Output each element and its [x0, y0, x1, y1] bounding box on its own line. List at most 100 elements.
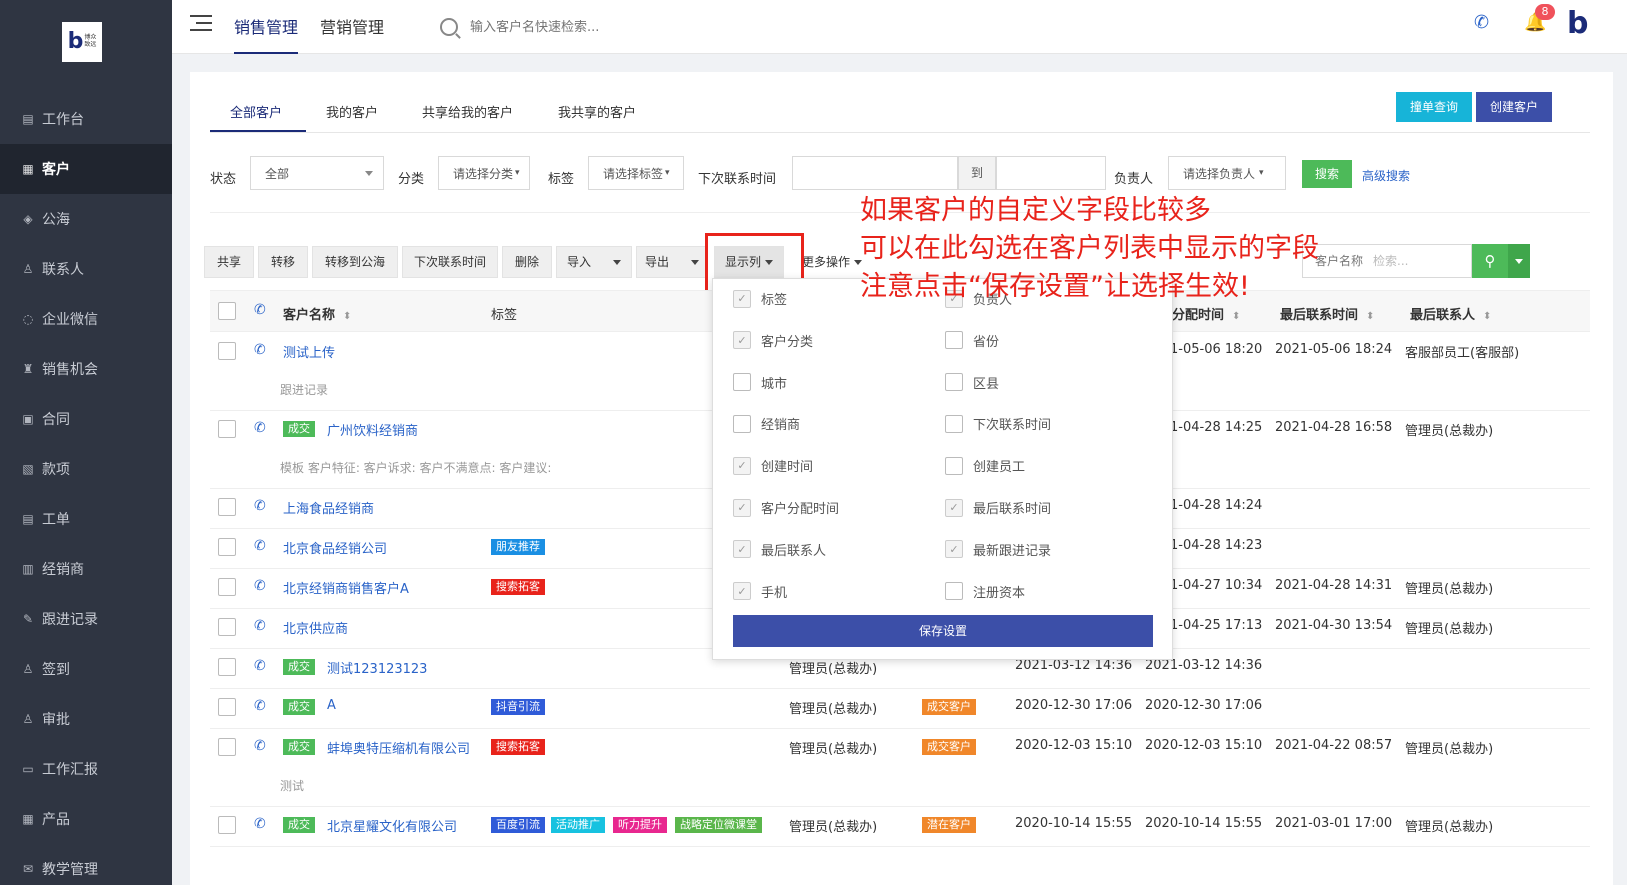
sidebar-item-6[interactable]: ▣ 合同 [0, 394, 172, 444]
row-checkbox[interactable] [218, 618, 236, 636]
th-customer-name[interactable]: 客户名称 ⬍ [283, 304, 351, 323]
import-button[interactable]: 导入 [556, 246, 632, 278]
row-checkbox[interactable] [218, 698, 236, 716]
category-select[interactable]: 请选择分类 ▾ [438, 156, 530, 190]
column-option-left-1[interactable]: ✓ 客户分类 [733, 331, 813, 350]
phone-icon[interactable]: ✆ [254, 578, 266, 594]
th-last-contact-time[interactable]: 最后联系时间 ⬍ [1280, 304, 1374, 323]
checkbox-checked-icon[interactable]: ✓ [733, 456, 751, 475]
sidebar-item-12[interactable]: ♙ 审批 [0, 694, 172, 744]
checkbox-checked-icon[interactable]: ✓ [945, 540, 963, 559]
sidebar-item-1[interactable]: ▦ 客户 [0, 144, 172, 194]
sidebar-item-5[interactable]: ♜ 销售机会 [0, 344, 172, 394]
customer-name-link[interactable]: 测试上传 [283, 342, 335, 361]
tab-my-customers[interactable]: 我的客户 [326, 102, 378, 121]
more-actions-button[interactable]: 更多操作 [794, 246, 870, 278]
checkbox-icon[interactable] [945, 331, 963, 350]
top-tab-marketing[interactable]: 营销管理 [320, 14, 384, 38]
column-option-left-0[interactable]: ✓ 标签 [733, 289, 787, 308]
next-contact-end-input[interactable] [996, 156, 1106, 190]
row-checkbox[interactable] [218, 578, 236, 596]
row-checkbox[interactable] [218, 420, 236, 438]
phone-icon[interactable]: ✆ [254, 538, 266, 554]
customer-name-link[interactable]: 上海食品经销商 [283, 498, 374, 517]
customer-name-link[interactable]: 蚌埠奥特压缩机有限公司 [327, 738, 470, 757]
sidebar-item-15[interactable]: ✉ 教学管理 [0, 844, 172, 885]
column-option-left-2[interactable]: 城市 [733, 373, 787, 392]
column-option-left-3[interactable]: 经销商 [733, 414, 800, 433]
delete-button[interactable]: 删除 [502, 246, 552, 278]
menu-toggle-icon[interactable] [190, 15, 212, 31]
phone-icon[interactable]: ✆ [254, 618, 266, 634]
column-option-left-5[interactable]: ✓ 客户分配时间 [733, 498, 839, 517]
phone-icon[interactable]: ✆ [254, 698, 266, 714]
tab-all-customers[interactable]: 全部客户 [230, 102, 282, 121]
row-checkbox[interactable] [218, 816, 236, 834]
sidebar-item-8[interactable]: ▤ 工单 [0, 494, 172, 544]
next-contact-button[interactable]: 下次联系时间 [402, 246, 498, 278]
column-option-right-1[interactable]: 省份 [945, 331, 999, 350]
sidebar-item-11[interactable]: ♙ 签到 [0, 644, 172, 694]
column-option-right-2[interactable]: 区县 [945, 373, 999, 392]
list-search-button[interactable]: ⚲ [1472, 244, 1508, 278]
phone-icon[interactable]: ✆ [1474, 12, 1489, 33]
customer-name-link[interactable]: A [327, 698, 336, 713]
checkbox-checked-icon[interactable]: ✓ [945, 498, 963, 517]
phone-icon[interactable]: ✆ [254, 342, 266, 358]
column-option-left-7[interactable]: ✓ 手机 [733, 582, 787, 601]
checkbox-icon[interactable] [945, 456, 963, 475]
phone-icon[interactable]: ✆ [254, 498, 266, 514]
global-search-input[interactable] [470, 19, 690, 35]
transfer-to-pool-button[interactable]: 转移到公海 [312, 246, 398, 278]
checkbox-checked-icon[interactable]: ✓ [733, 498, 751, 517]
transfer-button[interactable]: 转移 [258, 246, 308, 278]
column-option-right-6[interactable]: ✓ 最新跟进记录 [945, 540, 1051, 559]
checkbox-icon[interactable] [945, 582, 963, 601]
checkbox-icon[interactable] [945, 414, 963, 433]
th-assign-time[interactable]: 分配时间 ⬍ [1172, 304, 1240, 323]
owner-select[interactable]: 请选择负责人 ▾ [1168, 156, 1286, 190]
column-option-right-7[interactable]: 注册资本 [945, 582, 1025, 601]
phone-icon[interactable]: ✆ [254, 738, 266, 754]
tag-select[interactable]: 请选择标签 ▾ [588, 156, 684, 190]
export-button[interactable]: 导出 [636, 246, 708, 278]
checkbox-checked-icon[interactable]: ✓ [733, 540, 751, 559]
tab-shared-by-me[interactable]: 我共享的客户 [558, 102, 636, 121]
checkbox-checked-icon[interactable]: ✓ [733, 582, 751, 601]
sidebar-item-14[interactable]: ▦ 产品 [0, 794, 172, 844]
customer-name-link[interactable]: 北京星耀文化有限公司 [327, 816, 457, 835]
share-button[interactable]: 共享 [204, 246, 254, 278]
list-search-input[interactable]: 客户名称 检索... [1302, 244, 1472, 278]
sidebar-item-4[interactable]: ◌ 企业微信 [0, 294, 172, 344]
customer-name-link[interactable]: 北京食品经销公司 [283, 538, 387, 557]
sidebar-item-10[interactable]: ✎ 跟进记录 [0, 594, 172, 644]
sidebar-item-2[interactable]: ◈ 公海 [0, 194, 172, 244]
create-customer-button[interactable]: 创建客户 [1476, 92, 1552, 122]
row-checkbox[interactable] [218, 498, 236, 516]
checkbox-icon[interactable] [945, 373, 963, 392]
tab-shared-to-me[interactable]: 共享给我的客户 [422, 102, 513, 121]
phone-icon[interactable]: ✆ [254, 816, 266, 832]
row-checkbox[interactable] [218, 342, 236, 360]
checkbox-icon[interactable] [733, 414, 751, 433]
customer-name-link[interactable]: 测试123123123 [327, 658, 427, 677]
sidebar-item-9[interactable]: ▥ 经销商 [0, 544, 172, 594]
customer-name-link[interactable]: 广州饮料经销商 [327, 420, 418, 439]
top-tab-sales[interactable]: 销售管理 [234, 14, 299, 54]
global-search[interactable] [440, 14, 700, 40]
search-button[interactable]: 搜索 [1302, 160, 1352, 188]
advanced-search-link[interactable]: 高级搜索 [1362, 167, 1410, 184]
row-checkbox[interactable] [218, 538, 236, 556]
sidebar-item-7[interactable]: ▧ 款项 [0, 444, 172, 494]
save-settings-button[interactable]: 保存设置 [733, 615, 1153, 647]
select-all-checkbox[interactable] [218, 302, 236, 320]
checkbox-checked-icon[interactable]: ✓ [733, 331, 751, 350]
phone-icon[interactable]: ✆ [254, 420, 266, 436]
row-checkbox[interactable] [218, 738, 236, 756]
row-checkbox[interactable] [218, 658, 236, 676]
phone-icon[interactable]: ✆ [254, 658, 266, 674]
sidebar-item-0[interactable]: ▤ 工作台 [0, 94, 172, 144]
customer-name-link[interactable]: 北京经销商销售客户A [283, 578, 409, 597]
column-option-right-3[interactable]: 下次联系时间 [945, 414, 1051, 433]
brand-logo[interactable]: b [1567, 6, 1588, 41]
